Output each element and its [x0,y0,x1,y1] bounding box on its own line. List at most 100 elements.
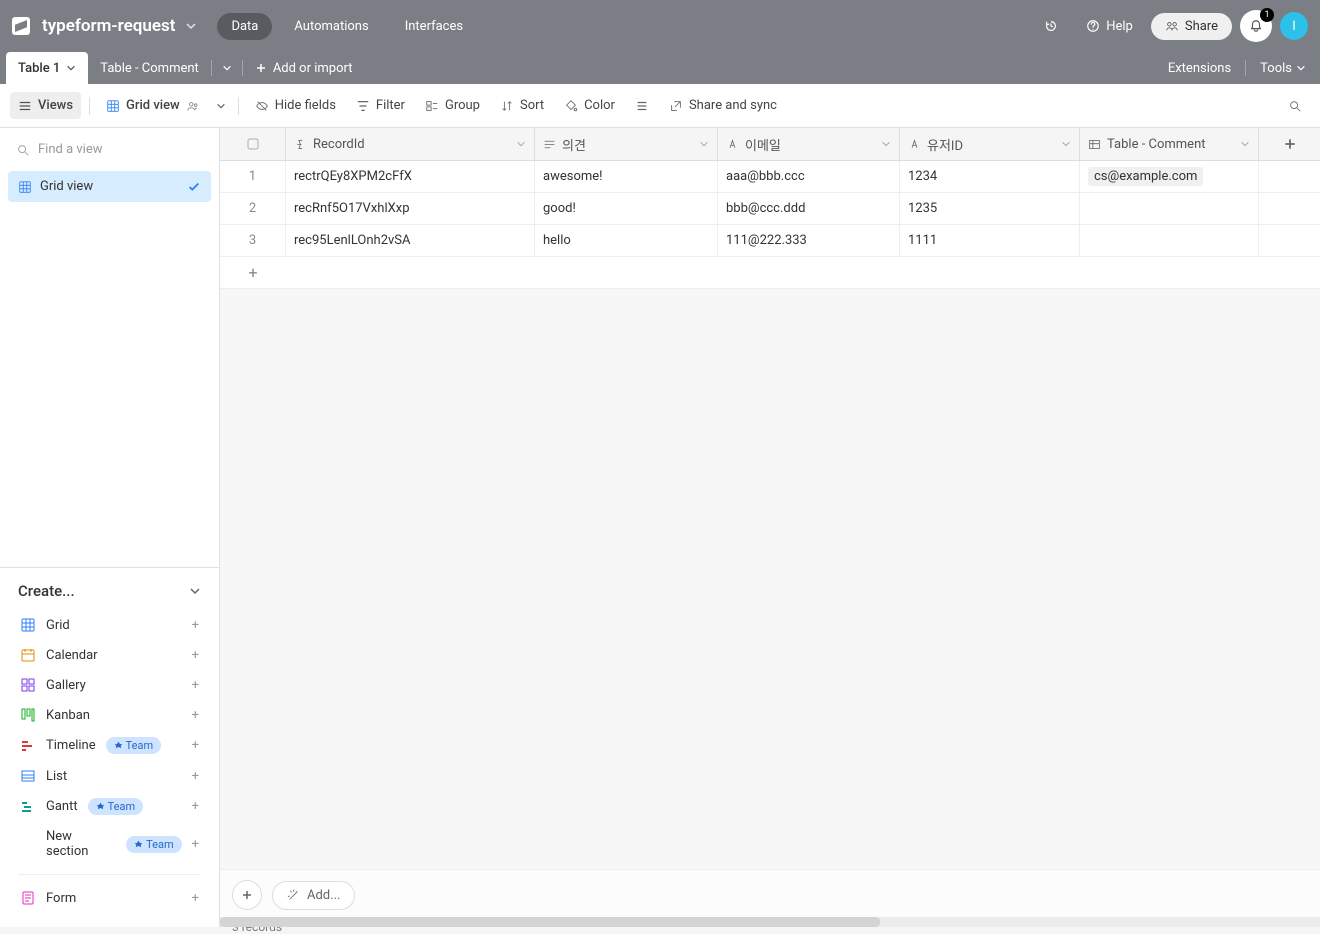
cell[interactable]: recRnf5O17VxhlXxp [286,193,535,224]
row-height-button[interactable] [627,93,657,119]
create-kanban[interactable]: Kanban+ [18,700,201,730]
views-sidebar: Find a view Grid view Create... Grid+Cal… [0,128,220,927]
view-dropdown[interactable] [212,95,230,117]
user-avatar[interactable]: I [1280,12,1308,40]
cell[interactable]: 1234 [900,161,1080,192]
cell[interactable]: 111@222.333 [718,225,900,256]
create-item-label: Calendar [46,648,98,663]
create-timeline[interactable]: TimelineTeam+ [18,730,201,761]
cell[interactable]: cs@example.com [1080,161,1259,192]
column-header-email[interactable]: 이메일 [718,128,900,160]
chevron-down-icon[interactable] [185,20,197,32]
group-button[interactable]: Group [417,92,488,119]
table-row[interactable]: 2recRnf5O17VxhlXxpgood!bbb@ccc.ddd1235 [220,193,1320,225]
people-icon [186,99,200,113]
add-menu-button[interactable]: Add... [272,881,355,910]
grid-header-row: RecordId 의견 이메일 유저ID Table - Comment [220,128,1320,161]
airtable-logo-icon[interactable] [12,17,30,35]
table-tab-1[interactable]: Table 1 [6,52,88,84]
group-label: Group [445,98,480,113]
chevron-down-icon[interactable] [699,139,709,149]
history-button[interactable] [1034,13,1068,39]
views-button[interactable]: Views [10,92,81,119]
create-grid[interactable]: Grid + [18,610,201,640]
hide-fields-button[interactable]: Hide fields [247,92,344,119]
filter-button[interactable]: Filter [348,92,413,119]
create-new-section[interactable]: New sectionTeam+ [18,822,201,866]
cell[interactable]: good! [535,193,718,224]
timeline-icon [20,738,36,754]
nav-interfaces[interactable]: Interfaces [391,13,477,40]
plus-icon[interactable]: + [192,738,199,753]
extensions-button[interactable]: Extensions [1168,61,1231,76]
table-tab-2[interactable]: Table - Comment [88,52,211,84]
create-list[interactable]: List+ [18,761,201,791]
column-name: 유저ID [927,135,963,154]
view-item-grid[interactable]: Grid view [8,171,211,202]
column-header-recordid[interactable]: RecordId [286,128,535,160]
column-header-userid[interactable]: 유저ID [900,128,1080,160]
views-label: Views [38,98,73,113]
chevron-down-icon[interactable] [881,139,891,149]
plus-icon[interactable]: + [192,708,199,723]
cell[interactable]: hello [535,225,718,256]
column-name: 이메일 [745,135,781,154]
plus-icon[interactable]: + [192,678,199,693]
form-icon [20,890,36,906]
color-button[interactable]: Color [556,92,623,119]
cell[interactable]: awesome! [535,161,718,192]
add-record-button[interactable] [232,880,262,910]
table-row[interactable]: 3rec95LenlLOnh2vSAhello111@222.3331111 [220,225,1320,257]
chevron-down-icon[interactable] [1061,139,1071,149]
search-button[interactable] [1280,93,1310,119]
cell[interactable] [1080,225,1259,256]
add-field-button[interactable] [1259,128,1320,160]
nav-automations[interactable]: Automations [280,13,382,40]
create-gallery[interactable]: Gallery+ [18,670,201,700]
plus-icon[interactable]: + [192,648,199,663]
wand-icon [287,888,301,902]
current-view[interactable]: Grid view [98,92,208,119]
cell[interactable]: rec95LenlLOnh2vSA [286,225,535,256]
select-all-checkbox[interactable] [220,128,286,160]
share-sync-button[interactable]: Share and sync [661,92,785,119]
add-row-button[interactable]: + [220,257,1320,289]
create-gantt[interactable]: GanttTeam+ [18,791,201,822]
column-header-table-comment[interactable]: Table - Comment [1080,128,1259,160]
plus-icon[interactable]: + [192,891,199,906]
chevron-down-icon[interactable] [1240,139,1250,149]
add-or-import-button[interactable]: Add or import [243,52,365,84]
tools-label: Tools [1260,61,1292,76]
base-name[interactable]: typeform-request [42,16,175,36]
cell[interactable] [1080,193,1259,224]
create-form[interactable]: Form + [18,883,201,913]
chevron-down-icon[interactable] [516,139,526,149]
plus-icon[interactable]: + [192,769,199,784]
plus-icon[interactable]: + [192,837,199,852]
table-row[interactable]: 1rectrQEy8XPM2cFfXawesome!aaa@bbb.ccc123… [220,161,1320,193]
plus-icon[interactable]: + [192,618,199,633]
create-item-label: Grid [46,618,70,633]
share-button[interactable]: Share [1151,13,1232,40]
cell[interactable]: 1235 [900,193,1080,224]
notifications-button[interactable]: 1 [1240,10,1272,42]
find-view-input[interactable]: Find a view [0,128,219,171]
create-toggle[interactable]: Create... [18,582,201,600]
nav-data[interactable]: Data [217,13,272,40]
create-calendar[interactable]: Calendar + [18,640,201,670]
view-toolbar: Views Grid view Hide fields Filter Group… [0,84,1320,128]
team-badge: Team [88,798,144,815]
cell[interactable]: bbb@ccc.ddd [718,193,900,224]
sort-button[interactable]: Sort [492,92,552,119]
cell[interactable]: rectrQEy8XPM2cFfX [286,161,535,192]
cell[interactable]: 1111 [900,225,1080,256]
kanban-icon [20,707,36,723]
cell[interactable]: aaa@bbb.ccc [718,161,900,192]
tools-button[interactable]: Tools [1260,61,1306,76]
tabs-dropdown[interactable] [212,52,242,84]
column-name: 의견 [562,135,586,154]
column-header-opinion[interactable]: 의견 [535,128,718,160]
horizontal-scrollbar[interactable] [220,917,1320,927]
plus-icon[interactable]: + [192,799,199,814]
help-button[interactable]: Help [1076,13,1143,40]
